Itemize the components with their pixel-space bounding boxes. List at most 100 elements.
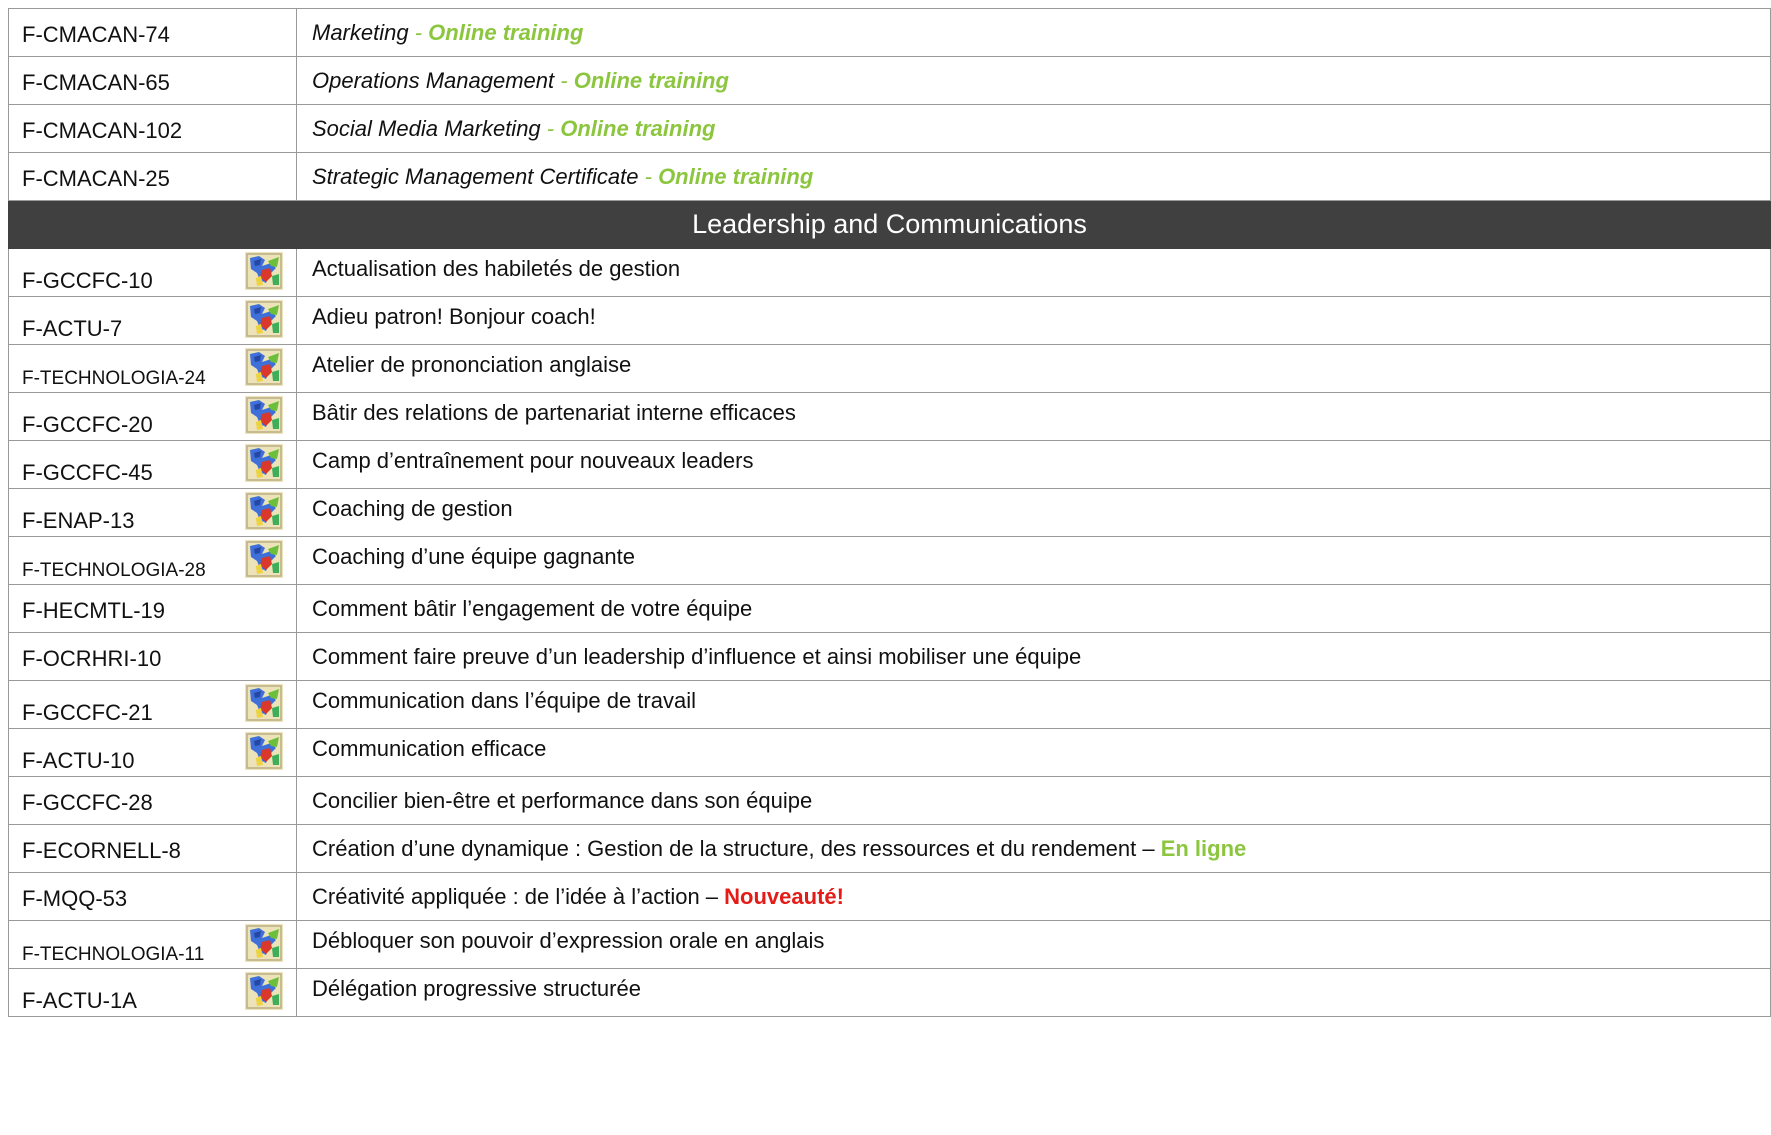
table-row[interactable]: F-GCCFC-21 Communication dans l’équipe de… [8, 680, 1771, 729]
table-row[interactable]: F-OCRHRI-10 Comment faire preuve d’un lea… [8, 632, 1771, 681]
course-title: Concilier bien-être et performance dans … [312, 787, 813, 813]
course-title-cell: Créativité appliquée : de l’idée à l’act… [296, 872, 1771, 921]
course-code-cell: F-GCCFC-10 [8, 248, 297, 297]
course-title-cell: Coaching d’une équipe gagnante [296, 536, 1771, 585]
online-training-tag: Online training [658, 163, 814, 189]
table-row[interactable]: F-GCCFC-45 Camp d’entraînement pour nouve… [8, 440, 1771, 489]
course-code-cell: F-ACTU-10 [8, 728, 297, 777]
section-header-row: Leadership and Communications [8, 200, 1771, 249]
course-title: Création d’une dynamique : Gestion de la… [312, 835, 1161, 861]
course-code: F-GCCFC-28 [22, 790, 153, 815]
course-code-cell: F-ACTU-1A [8, 968, 297, 1017]
quebec-flag-icon [245, 492, 283, 530]
course-code: F-TECHNOLOGIA-28 [22, 560, 206, 581]
online-training-tag: Online training [560, 115, 716, 141]
table-row[interactable]: F-CMACAN-65 Operations Management - Onlin… [8, 56, 1771, 105]
quebec-flag-icon [245, 444, 283, 482]
course-code: F-ACTU-10 [22, 748, 135, 773]
table-row[interactable]: F-TECHNOLOGIA-24 Atelier de prononciation… [8, 344, 1771, 393]
course-title: Communication efficace [312, 735, 547, 761]
quebec-flag-icon [245, 252, 283, 290]
table-row[interactable]: F-CMACAN-102 Social Media Marketing - Onl… [8, 104, 1771, 153]
course-title: Créativité appliquée : de l’idée à l’act… [312, 883, 725, 909]
table-row[interactable]: F-ECORNELL-8 Création d’une dynamique : G… [8, 824, 1771, 873]
course-title: Coaching d’une équipe gagnante [312, 543, 635, 569]
online-tag: En ligne [1160, 835, 1247, 861]
course-title-cell: Débloquer son pouvoir d’expression orale… [296, 920, 1771, 969]
table-row[interactable]: F-CMACAN-25 Strategic Management Certific… [8, 152, 1771, 201]
course-code-cell: F-GCCFC-20 [8, 392, 297, 441]
course-title-cell: Camp d’entraînement pour nouveaux leader… [296, 440, 1771, 489]
course-code-cell: F-HECMTL-19 [8, 584, 297, 633]
table-row[interactable]: F-ENAP-13 Coaching de gestion [8, 488, 1771, 537]
course-code: F-ENAP-13 [22, 508, 135, 533]
title-separator: - [638, 163, 659, 189]
course-code: F-TECHNOLOGIA-24 [22, 368, 206, 389]
course-code-cell: F-GCCFC-21 [8, 680, 297, 729]
course-title: Communication dans l’équipe de travail [312, 687, 696, 713]
course-table: F-CMACAN-74 Marketing - Online training F-… [8, 8, 1771, 1017]
course-code: F-CMACAN-102 [22, 118, 183, 143]
table-row[interactable]: F-HECMTL-19 Comment bâtir l’engagement de… [8, 584, 1771, 633]
course-title-cell: Adieu patron! Bonjour coach! [296, 296, 1771, 345]
course-title: Comment bâtir l’engagement de votre équi… [312, 595, 753, 621]
course-title-cell: Comment faire preuve d’un leadership d’i… [296, 632, 1771, 681]
course-code: F-MQQ-53 [22, 886, 128, 911]
course-code: F-CMACAN-65 [22, 70, 170, 95]
course-code-cell: F-TECHNOLOGIA-24 [8, 344, 297, 393]
table-row[interactable]: F-CMACAN-74 Marketing - Online training [8, 8, 1771, 57]
course-code-cell: F-OCRHRI-10 [8, 632, 297, 681]
course-code-cell: F-GCCFC-28 [8, 776, 297, 825]
table-row[interactable]: F-TECHNOLOGIA-28 Coaching d’une équipe ga… [8, 536, 1771, 585]
course-code: F-GCCFC-20 [22, 412, 153, 437]
title-separator: - [408, 19, 429, 45]
table-row[interactable]: F-TECHNOLOGIA-11 Débloquer son pouvoir d’… [8, 920, 1771, 969]
table-row[interactable]: F-GCCFC-10 Actualisation des habiletés de… [8, 248, 1771, 297]
course-code: F-GCCFC-10 [22, 268, 153, 293]
course-title-cell: Comment bâtir l’engagement de votre équi… [296, 584, 1771, 633]
course-code: F-CMACAN-74 [22, 22, 170, 47]
course-title-cell: Délégation progressive structurée [296, 968, 1771, 1017]
course-code: F-ACTU-7 [22, 316, 123, 341]
course-title-cell: Concilier bien-être et performance dans … [296, 776, 1771, 825]
new-badge: Nouveauté! [724, 883, 844, 909]
course-title-cell: Création d’une dynamique : Gestion de la… [296, 824, 1771, 873]
course-code-cell: F-CMACAN-102 [8, 104, 297, 153]
quebec-flag-icon [245, 972, 283, 1010]
quebec-flag-icon [245, 348, 283, 386]
course-code-cell: F-ECORNELL-8 [8, 824, 297, 873]
course-title: Adieu patron! Bonjour coach! [312, 303, 596, 329]
course-title: Coaching de gestion [312, 495, 513, 521]
online-training-tag: Online training [428, 19, 584, 45]
table-row[interactable]: F-MQQ-53 Créativité appliquée : de l’idée… [8, 872, 1771, 921]
course-code-cell: F-ENAP-13 [8, 488, 297, 537]
quebec-flag-icon [245, 684, 283, 722]
course-code-cell: F-GCCFC-45 [8, 440, 297, 489]
course-title-cell: Communication dans l’équipe de travail [296, 680, 1771, 729]
course-title-cell: Marketing - Online training [296, 8, 1771, 57]
course-code-cell: F-CMACAN-74 [8, 8, 297, 57]
course-title: Bâtir des relations de partenariat inter… [312, 399, 796, 425]
course-code: F-GCCFC-21 [22, 700, 153, 725]
title-separator: - [540, 115, 561, 141]
title-separator: - [554, 67, 574, 93]
quebec-flag-icon [245, 924, 283, 962]
table-row[interactable]: F-GCCFC-20 Bâtir des relations de partena… [8, 392, 1771, 441]
section-block: Leadership and Communications [8, 200, 1771, 249]
course-title: Camp d’entraînement pour nouveaux leader… [312, 447, 754, 473]
table-row[interactable]: F-ACTU-7 Adieu patron! Bonjour coach! [8, 296, 1771, 345]
quebec-flag-icon [245, 396, 283, 434]
course-title: Strategic Management Certificate [312, 163, 639, 189]
table-row[interactable]: F-ACTU-1A Délégation progressive structur… [8, 968, 1771, 1017]
quebec-flag-icon [245, 540, 283, 578]
course-title-cell: Atelier de prononciation anglaise [296, 344, 1771, 393]
course-code-cell: F-ACTU-7 [8, 296, 297, 345]
table-row[interactable]: F-GCCFC-28 Concilier bien-être et perform… [8, 776, 1771, 825]
table-row[interactable]: F-ACTU-10 Communication efficace [8, 728, 1771, 777]
course-title-cell: Communication efficace [296, 728, 1771, 777]
course-title: Atelier de prononciation anglaise [312, 351, 632, 377]
course-code: F-ECORNELL-8 [22, 838, 181, 863]
quebec-flag-icon [245, 300, 283, 338]
course-title: Débloquer son pouvoir d’expression orale… [312, 927, 825, 953]
course-title-cell: Bâtir des relations de partenariat inter… [296, 392, 1771, 441]
